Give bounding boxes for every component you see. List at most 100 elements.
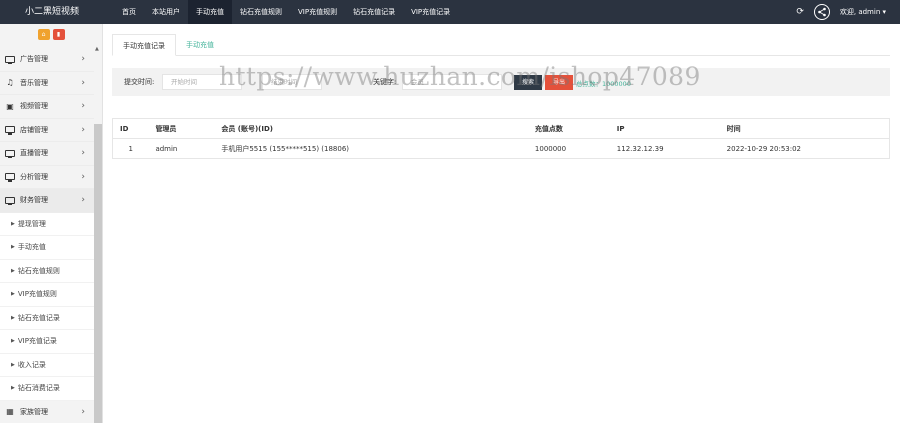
sidebar-item-ads[interactable]: 广告管理 › <box>0 48 94 72</box>
sidebar-item-music[interactable]: ♫ 音乐管理 › <box>0 72 94 95</box>
sidebar-subitem-income[interactable]: ▶ 收入记录 <box>0 353 94 377</box>
cell-ip: 112.32.12.39 <box>609 138 720 159</box>
sidebar-item-finance[interactable]: 财务管理 › <box>0 189 94 213</box>
sidebar-item-video[interactable]: ▣ 视频管理 › <box>0 95 94 119</box>
share-icon[interactable] <box>813 4 830 20</box>
sidebar-item-label: 广告管理 <box>20 55 48 64</box>
chevron-right-icon: › <box>81 124 85 135</box>
caret-right-icon: ▶ <box>11 267 15 274</box>
column-header-time: 时间 <box>719 118 890 139</box>
monitor-icon <box>5 196 15 206</box>
chevron-right-icon: › <box>81 195 85 206</box>
sidebar-item-label: 店铺管理 <box>20 125 48 134</box>
caret-right-icon: ▶ <box>11 220 15 227</box>
caret-right-icon: ▶ <box>11 291 15 298</box>
search-button[interactable]: 搜索 <box>514 75 542 90</box>
column-header-points: 充值点数 <box>527 118 610 139</box>
brand-title[interactable]: 小二黑短视频 <box>0 0 104 24</box>
cell-id: 1 <box>112 138 149 159</box>
column-header-ip: IP <box>609 118 720 139</box>
chevron-right-icon: › <box>81 101 85 112</box>
caret-right-icon: ▶ <box>11 338 15 345</box>
sidebar-item-label: 财务管理 <box>20 196 48 205</box>
sidebar-subitem-label: 钻石充值规则 <box>17 266 60 275</box>
table-row: 1 admin 手机用户5515 (155*****515) (18806) 1… <box>112 138 890 159</box>
sidebar-subitem-label: 手动充值 <box>17 243 46 252</box>
chevron-right-icon: › <box>81 171 85 182</box>
tab-manual-recharge-records[interactable]: 手动充值记录 <box>112 34 176 56</box>
caret-right-icon: ▶ <box>11 361 15 368</box>
chevron-right-icon: › <box>81 406 85 417</box>
sidebar-tools: ⌂ ▮ <box>0 24 102 44</box>
sidebar-item-live[interactable]: 直播管理 › <box>0 142 94 166</box>
tab-bar: 手动充值记录 手动充值 <box>112 34 890 56</box>
top-nav: 首页 本站用户 手动充值 钻石充值规则 VIP充值规则 钻石充值记录 VIP充值… <box>114 0 458 24</box>
sidebar-subitem-diamond-rules[interactable]: ▶ 钻石充值规则 <box>0 259 94 283</box>
main-content: 手动充值记录 手动充值 提交时间: 开始时间 结束时间 关键字: 会员 搜索 导… <box>112 34 890 159</box>
sidebar-subitem-label: VIP充值记录 <box>17 337 57 346</box>
topnav-manual-recharge[interactable]: 手动充值 <box>188 0 232 24</box>
tab-manual-recharge[interactable]: 手动充值 <box>176 34 224 56</box>
sidebar-item-label: 家族管理 <box>20 407 48 416</box>
keyword-input[interactable]: 会员 <box>402 74 502 90</box>
sidebar-item-label: 视频管理 <box>20 102 48 111</box>
delete-icon[interactable]: ▮ <box>52 28 65 40</box>
music-icon: ♫ <box>6 78 14 88</box>
home-icon[interactable]: ⌂ <box>37 28 50 40</box>
chevron-right-icon: › <box>81 54 85 65</box>
topnav-users[interactable]: 本站用户 <box>144 0 188 24</box>
cell-time: 2022-10-29 20:53:02 <box>719 138 890 159</box>
grid-icon: ▦ <box>6 407 14 417</box>
sidebar-item-label: 音乐管理 <box>20 78 48 87</box>
start-time-input[interactable]: 开始时间 <box>162 74 242 90</box>
sidebar-item-analysis[interactable]: 分析管理 › <box>0 166 94 189</box>
scroll-up-icon[interactable]: ▲ <box>95 46 99 52</box>
filter-bar: 提交时间: 开始时间 结束时间 关键字: 会员 搜索 导出 总点数：100000… <box>112 68 890 96</box>
column-header-id: ID <box>112 118 149 139</box>
topnav-vip-records[interactable]: VIP充值记录 <box>403 0 458 24</box>
topnav-diamond-rules[interactable]: 钻石充值规则 <box>232 0 290 24</box>
sidebar-subitem-vip-records[interactable]: ▶ VIP充值记录 <box>0 330 94 354</box>
column-header-admin: 管理员 <box>148 118 215 139</box>
topnav-home[interactable]: 首页 <box>114 0 144 24</box>
sidebar-subitem-label: 提现管理 <box>17 219 46 228</box>
monitor-icon <box>5 126 15 135</box>
monitor-icon <box>5 55 15 65</box>
sidebar-item-shop[interactable]: 店铺管理 › <box>0 119 94 142</box>
caret-right-icon: ▶ <box>11 314 15 321</box>
time-label: 提交时间: <box>124 78 155 86</box>
user-menu[interactable]: 欢迎, admin ▾ <box>840 7 886 17</box>
sidebar: ⌂ ▮ ▲ 广告管理 › ♫ 音乐管理 › ▣ 视频管理 › 店铺管理 › 直播… <box>0 24 103 423</box>
sidebar-subitem-withdraw[interactable]: ▶ 提现管理 <box>0 212 94 236</box>
table-header-row: ID 管理员 会员 (账号)(ID) 充值点数 IP 时间 <box>112 118 890 139</box>
chevron-right-icon: › <box>81 77 85 88</box>
sidebar-subitem-label: VIP充值规则 <box>17 290 57 299</box>
sidebar-subitem-manual-recharge[interactable]: ▶ 手动充值 <box>0 236 94 260</box>
total-points: 总点数：1000000 <box>576 80 631 88</box>
sidebar-item-label: 直播管理 <box>20 149 48 158</box>
records-table: ID 管理员 会员 (账号)(ID) 充值点数 IP 时间 1 admin 手机… <box>112 118 890 159</box>
topnav-diamond-records[interactable]: 钻石充值记录 <box>345 0 403 24</box>
cell-admin: admin <box>148 138 215 159</box>
cell-member: 手机用户5515 (155*****515) (18806) <box>214 138 528 159</box>
sidebar-subitem-label: 收入记录 <box>17 360 46 369</box>
monitor-icon <box>5 173 15 182</box>
sidebar-subitem-vip-rules[interactable]: ▶ VIP充值规则 <box>0 283 94 307</box>
chevron-right-icon: › <box>81 148 85 159</box>
sidebar-subitem-diamond-records[interactable]: ▶ 钻石充值记录 <box>0 306 94 330</box>
caret-right-icon: ▶ <box>11 385 15 392</box>
sidebar-scrollbar[interactable] <box>94 124 102 423</box>
sidebar-subitem-label: 钻石消费记录 <box>17 384 60 393</box>
refresh-icon[interactable]: ⟳ <box>796 7 804 17</box>
sidebar-item-family[interactable]: ▦ 家族管理 › <box>0 401 94 423</box>
export-button[interactable]: 导出 <box>545 75 573 90</box>
sidebar-subitem-diamond-consumption[interactable]: ▶ 钻石消费记录 <box>0 377 94 401</box>
topnav-vip-rules[interactable]: VIP充值规则 <box>290 0 345 24</box>
monitor-icon <box>5 149 15 159</box>
cell-points: 1000000 <box>527 138 610 159</box>
sidebar-item-label: 分析管理 <box>20 172 48 181</box>
end-time-input[interactable]: 结束时间 <box>262 74 322 90</box>
top-right-controls: ⟳ 欢迎, admin ▾ <box>796 0 886 24</box>
sidebar-menu: 广告管理 › ♫ 音乐管理 › ▣ 视频管理 › 店铺管理 › 直播管理 › 分… <box>0 48 94 423</box>
caret-right-icon: ▶ <box>11 244 15 251</box>
